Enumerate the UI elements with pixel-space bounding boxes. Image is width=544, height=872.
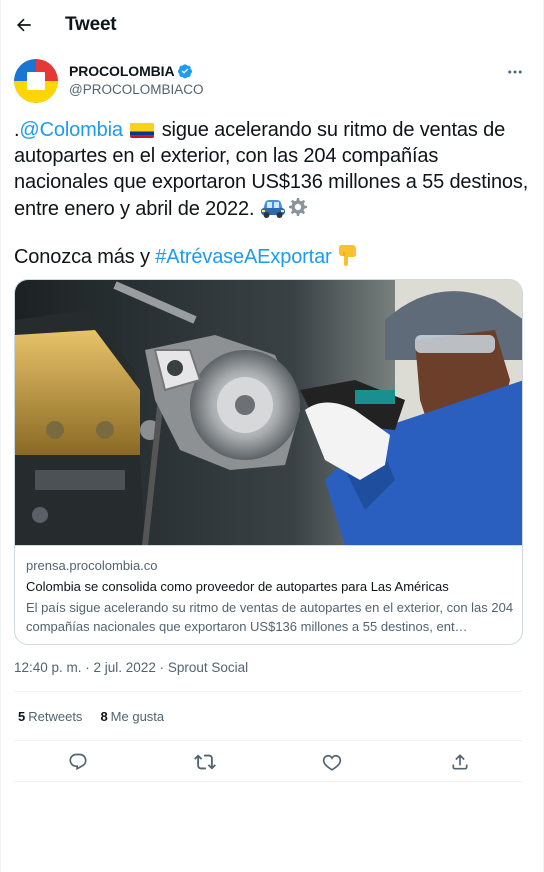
retweets-stat[interactable]: 5 Retweets (18, 709, 82, 724)
retweets-count: 5 (18, 709, 26, 724)
car-icon (260, 197, 286, 226)
card-image[interactable] (15, 280, 522, 546)
likes-count: 8 (100, 709, 108, 724)
share-button[interactable] (446, 748, 474, 776)
tweet-actions-bar (1, 742, 544, 780)
reply-button[interactable] (64, 748, 92, 776)
gear-icon (286, 195, 310, 226)
page-title: Tweet (65, 14, 117, 35)
retweet-button[interactable] (191, 748, 219, 776)
verified-badge-icon (178, 64, 193, 79)
divider (14, 740, 523, 741)
avatar[interactable] (14, 59, 58, 103)
likes-label: Me gusta (110, 709, 165, 724)
like-icon (322, 754, 342, 771)
reply-icon (69, 753, 87, 771)
retweets-label: Retweets (28, 709, 83, 724)
likes-stat[interactable]: 8 Me gusta (100, 709, 164, 724)
pointing-down-hand-icon (337, 243, 359, 274)
card-domain: prensa.procolombia.co (26, 558, 158, 573)
retweet-icon (194, 754, 216, 770)
engagement-stats: 5 Retweets 8 Me gusta (18, 709, 164, 724)
back-button[interactable] (7, 8, 41, 42)
tweet-line2-prefix: Conozca más y (14, 246, 156, 268)
arrow-left-icon (17, 18, 31, 32)
tweet-text-line2: Conozca más y #AtrévaseAExportar (14, 243, 532, 274)
page-header: Tweet (1, 0, 544, 50)
tweet-page: Tweet PROCOLOMBIA @PROCOLOMBIACO .@Colom… (0, 0, 544, 872)
author-name-row[interactable]: PROCOLOMBIA (69, 63, 193, 79)
mention-link[interactable]: @Colombia (19, 119, 123, 141)
author-handle[interactable]: @PROCOLOMBIACO (69, 82, 203, 97)
procolombia-logo (14, 59, 58, 103)
tweet-timestamp[interactable]: 12:40 p. m. · 2 jul. 2022 · Sprout Socia… (14, 660, 248, 675)
card-description: El país sigue acelerando su ritmo de ven… (26, 600, 514, 634)
colombia-flag-icon (130, 121, 155, 138)
author-name[interactable]: PROCOLOMBIA (69, 63, 175, 79)
card-title: Colombia se consolida como proveedor de … (26, 579, 449, 594)
tweet-text: .@Colombia sigue acelerando su ritmo de … (14, 117, 532, 226)
more-options-button[interactable] (501, 60, 529, 84)
divider (14, 691, 523, 692)
like-button[interactable] (318, 748, 346, 776)
share-icon (452, 754, 468, 770)
link-preview-card[interactable]: prensa.procolombia.co Colombia se consol… (14, 279, 523, 645)
divider (14, 781, 523, 782)
hashtag-link[interactable]: #AtrévaseAExportar (155, 246, 331, 268)
more-horizontal-icon (508, 70, 522, 74)
